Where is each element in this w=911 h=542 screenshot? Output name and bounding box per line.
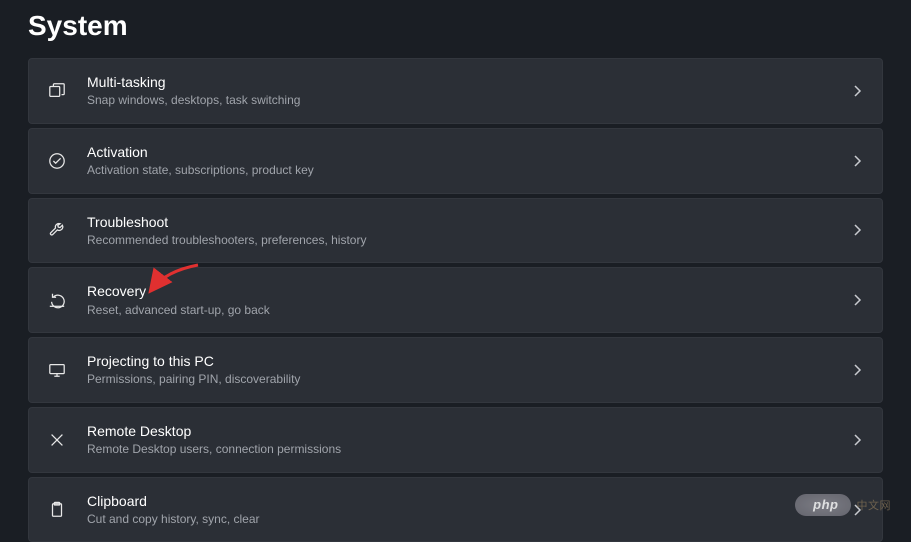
card-title: Recovery bbox=[87, 282, 850, 300]
card-content: Recovery Reset, advanced start-up, go ba… bbox=[87, 282, 850, 318]
settings-item-clipboard[interactable]: Clipboard Cut and copy history, sync, cl… bbox=[28, 477, 883, 542]
chevron-right-icon bbox=[850, 223, 864, 237]
card-title: Troubleshoot bbox=[87, 213, 850, 231]
card-content: Activation Activation state, subscriptio… bbox=[87, 143, 850, 179]
card-title: Remote Desktop bbox=[87, 422, 850, 440]
card-subtitle: Reset, advanced start-up, go back bbox=[87, 303, 850, 319]
card-title: Multi-tasking bbox=[87, 73, 850, 91]
card-content: Troubleshoot Recommended troubleshooters… bbox=[87, 213, 850, 249]
settings-item-activation[interactable]: Activation Activation state, subscriptio… bbox=[28, 128, 883, 194]
remote-desktop-icon bbox=[47, 430, 67, 450]
settings-item-troubleshoot[interactable]: Troubleshoot Recommended troubleshooters… bbox=[28, 198, 883, 264]
card-subtitle: Cut and copy history, sync, clear bbox=[87, 512, 850, 528]
chevron-right-icon bbox=[850, 84, 864, 98]
settings-item-multitasking[interactable]: Multi-tasking Snap windows, desktops, ta… bbox=[28, 58, 883, 124]
multitasking-icon bbox=[47, 81, 67, 101]
card-subtitle: Recommended troubleshooters, preferences… bbox=[87, 233, 850, 249]
card-subtitle: Permissions, pairing PIN, discoverabilit… bbox=[87, 372, 850, 388]
card-subtitle: Remote Desktop users, connection permiss… bbox=[87, 442, 850, 458]
projecting-icon bbox=[47, 360, 67, 380]
chevron-right-icon bbox=[850, 433, 864, 447]
card-subtitle: Activation state, subscriptions, product… bbox=[87, 163, 850, 179]
recovery-icon bbox=[47, 290, 67, 310]
card-content: Clipboard Cut and copy history, sync, cl… bbox=[87, 492, 850, 528]
watermark-pill: php bbox=[795, 494, 850, 516]
settings-item-recovery[interactable]: Recovery Reset, advanced start-up, go ba… bbox=[28, 267, 883, 333]
card-title: Clipboard bbox=[87, 492, 850, 510]
settings-item-remote-desktop[interactable]: Remote Desktop Remote Desktop users, con… bbox=[28, 407, 883, 473]
clipboard-icon bbox=[47, 500, 67, 520]
settings-item-projecting[interactable]: Projecting to this PC Permissions, pairi… bbox=[28, 337, 883, 403]
settings-list: Multi-tasking Snap windows, desktops, ta… bbox=[0, 58, 911, 542]
card-title: Projecting to this PC bbox=[87, 352, 850, 370]
watermark: php 中文网 bbox=[795, 494, 891, 516]
chevron-right-icon bbox=[850, 154, 864, 168]
card-title: Activation bbox=[87, 143, 850, 161]
card-content: Multi-tasking Snap windows, desktops, ta… bbox=[87, 73, 850, 109]
activation-icon bbox=[47, 151, 67, 171]
card-content: Remote Desktop Remote Desktop users, con… bbox=[87, 422, 850, 458]
troubleshoot-icon bbox=[47, 220, 67, 240]
card-content: Projecting to this PC Permissions, pairi… bbox=[87, 352, 850, 388]
watermark-text: 中文网 bbox=[857, 497, 892, 513]
chevron-right-icon bbox=[850, 293, 864, 307]
page-title: System bbox=[0, 0, 911, 58]
chevron-right-icon bbox=[850, 363, 864, 377]
card-subtitle: Snap windows, desktops, task switching bbox=[87, 93, 850, 109]
